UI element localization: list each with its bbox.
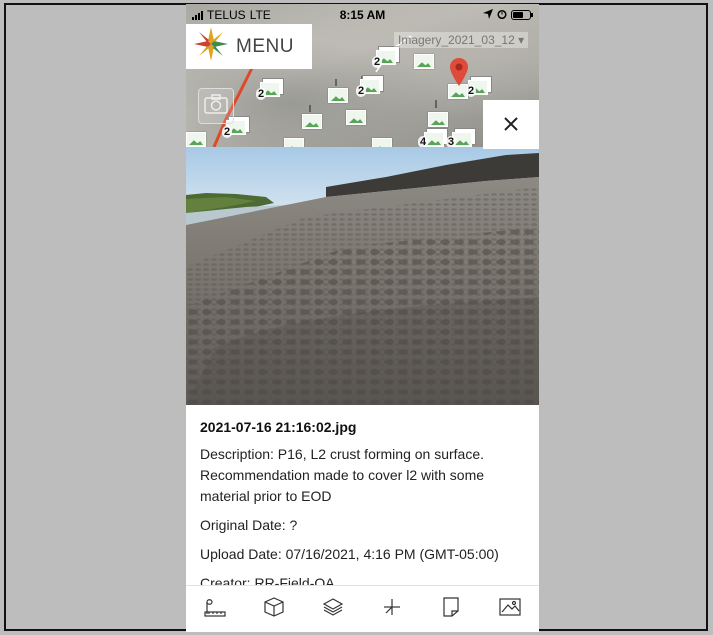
menu-label: MENU [236,35,294,57]
crosshair-icon [381,596,403,623]
photo-marker[interactable] [186,132,206,147]
photo-marker[interactable] [414,54,434,69]
bottom-toolbar [186,585,539,632]
photo-marker[interactable] [328,88,348,103]
camera-icon [204,93,228,119]
photos-button[interactable] [495,594,525,624]
close-button[interactable] [483,100,539,149]
3d-view-button[interactable] [259,594,289,624]
notes-button[interactable] [436,594,466,624]
note-icon [441,596,461,623]
photo-preview[interactable] [186,147,539,405]
status-bar: TELUS LTE 8:15 AM [186,4,539,24]
upload-date-text: Upload Date: 07/16/2021, 4:16 PM (GMT-05… [200,546,499,562]
photo-marker[interactable] [346,110,366,125]
measure-tool-button[interactable] [200,594,230,624]
cluster-count: 2 [356,85,367,97]
cluster-count: 2 [256,88,267,100]
map-view[interactable]: 2 2 2 2 2 4 3 Imagery_2021_03_12 ▾ MENU [186,4,539,153]
measure-ruler-icon [203,596,227,623]
camera-button[interactable] [198,88,234,124]
image-icon [498,597,522,622]
cluster-count: 2 [222,126,233,138]
imagery-layer-dropdown[interactable]: Imagery_2021_03_12 ▾ [394,32,529,48]
cube-icon [263,596,285,623]
phone-screen: 2 2 2 2 2 4 3 Imagery_2021_03_12 ▾ MENU … [186,4,539,632]
cluster-count: 2 [372,56,383,68]
location-pin-icon[interactable] [450,58,468,91]
compass-logo-icon [194,27,228,66]
menu-button[interactable]: MENU [186,24,312,69]
original-date-text: Original Date: ? [200,517,298,533]
location-arrow-icon [483,8,493,22]
description-text: Description: P16, L2 crust forming on su… [200,446,485,504]
file-name: 2021-07-16 21:16:02.jpg [200,419,357,435]
photo-terrain [186,153,539,405]
alarm-icon [497,8,507,22]
crosshair-button[interactable] [377,594,407,624]
battery-icon [511,10,533,20]
photo-marker[interactable] [428,112,448,127]
photo-details-panel[interactable]: 2021-07-16 21:16:02.jpg Description: P16… [186,405,539,585]
layers-icon [322,596,344,623]
layers-button[interactable] [318,594,348,624]
close-icon [503,111,519,139]
creator-text: Creator: RR-Field-QA [200,575,335,585]
photo-marker[interactable] [302,114,322,129]
